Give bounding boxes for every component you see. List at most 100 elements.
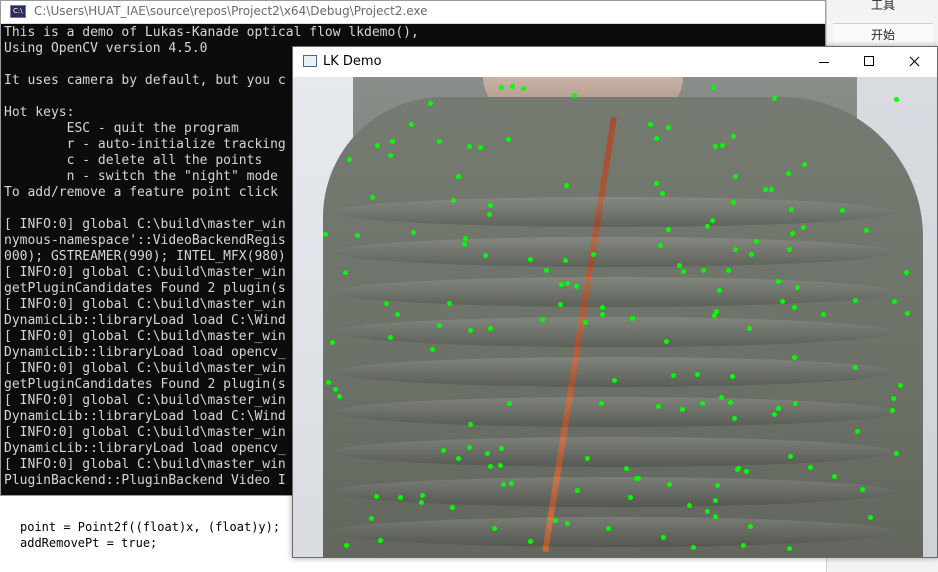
console-line: getPluginCandidates Found 2 plugin(s bbox=[4, 281, 286, 296]
feature-point bbox=[487, 203, 493, 209]
feature-point bbox=[801, 162, 807, 168]
console-line: [ INFO:0] global C:\build\master_win bbox=[4, 393, 286, 408]
feature-point bbox=[419, 492, 425, 498]
lk-demo-window[interactable]: LK Demo bbox=[292, 46, 938, 558]
feature-point bbox=[711, 312, 717, 318]
feature-point bbox=[346, 157, 352, 162]
camera-frame[interactable] bbox=[293, 77, 937, 557]
feature-point bbox=[506, 136, 512, 142]
console-line: ESC - quit the program bbox=[4, 121, 239, 136]
feature-point bbox=[790, 230, 795, 236]
console-line: [ INFO:0] global C:\build\master_win bbox=[4, 329, 286, 344]
jacket-band bbox=[333, 277, 893, 307]
console-line: PluginBackend::PluginBackend Video I bbox=[4, 473, 286, 488]
side-tab-start[interactable]: 开始 bbox=[833, 23, 933, 47]
feature-point bbox=[628, 494, 634, 500]
feature-point bbox=[893, 96, 899, 102]
feature-point bbox=[462, 236, 468, 242]
feature-point bbox=[388, 334, 394, 340]
feature-point bbox=[369, 195, 375, 201]
console-app-icon-label: C:\ bbox=[13, 7, 23, 15]
console-titlebar[interactable]: C:\ C:\Users\HUAT_IAE\source\repos\Proje… bbox=[1, 1, 825, 24]
console-line: DynamicLib::libraryLoad load C:\Wind bbox=[4, 409, 286, 424]
feature-point bbox=[730, 373, 736, 379]
side-tab-tools[interactable]: 工具 bbox=[833, 0, 933, 16]
feature-point bbox=[860, 486, 866, 492]
feature-point bbox=[903, 269, 909, 275]
console-line: [ INFO:0] global C:\build\master_win bbox=[4, 457, 286, 472]
feature-point bbox=[700, 267, 706, 273]
close-button[interactable] bbox=[891, 47, 937, 77]
feature-point bbox=[699, 400, 705, 406]
console-line: n - switch the "night" mode bbox=[4, 169, 278, 184]
console-line: DynamicLib::libraryLoad load opencv_ bbox=[4, 441, 286, 456]
feature-point bbox=[408, 121, 414, 127]
feature-point bbox=[686, 503, 692, 509]
jacket-band bbox=[333, 237, 893, 267]
feature-point bbox=[732, 246, 738, 252]
lk-demo-titlebar[interactable]: LK Demo bbox=[293, 47, 937, 77]
feature-point bbox=[743, 469, 749, 475]
jacket-band bbox=[333, 197, 893, 227]
feature-point bbox=[648, 121, 654, 127]
feature-point bbox=[343, 542, 349, 548]
feature-point bbox=[332, 387, 338, 393]
console-line: [ INFO:0] global C:\build\master_win bbox=[4, 361, 286, 376]
console-line: c - delete all the points bbox=[4, 153, 263, 168]
feature-point bbox=[564, 521, 570, 526]
feature-point bbox=[762, 186, 768, 192]
feature-point bbox=[383, 300, 389, 306]
console-line: nymous-namespace'::VideoBackendRegis bbox=[4, 233, 286, 248]
feature-point bbox=[660, 190, 666, 196]
console-line: [ INFO:0] global C:\build\master_win bbox=[4, 425, 286, 440]
feature-point bbox=[623, 466, 629, 472]
maximize-button[interactable] bbox=[846, 47, 892, 77]
feature-point bbox=[775, 406, 781, 412]
feature-point bbox=[430, 346, 436, 352]
code-line[interactable]: point = Point2f((float)x, (float)y); bbox=[20, 520, 280, 534]
feature-point bbox=[665, 124, 671, 130]
feature-point bbox=[466, 143, 472, 149]
feature-point bbox=[507, 400, 513, 406]
minimize-button[interactable] bbox=[801, 47, 847, 77]
feature-point bbox=[543, 268, 549, 274]
feature-point bbox=[807, 464, 813, 470]
console-line: DynamicLib::libraryLoad load C:\Wind bbox=[4, 313, 286, 328]
feature-point bbox=[704, 223, 710, 229]
feature-point bbox=[456, 173, 462, 179]
jacket-band bbox=[333, 517, 893, 547]
feature-point bbox=[330, 339, 336, 345]
maximize-icon bbox=[864, 56, 874, 66]
feature-point bbox=[398, 494, 404, 500]
console-line: Using OpenCV version 4.5.0 bbox=[4, 41, 208, 56]
jacket-band bbox=[333, 477, 893, 507]
feature-point bbox=[605, 525, 611, 531]
feature-point bbox=[450, 198, 456, 204]
feature-point bbox=[655, 404, 661, 410]
console-line: DynamicLib::libraryLoad load opencv_ bbox=[4, 345, 286, 360]
feature-point bbox=[635, 476, 641, 482]
lk-demo-title: LK Demo bbox=[323, 54, 382, 69]
feature-point bbox=[497, 462, 503, 468]
console-line: This is a demo of Lukas-Kanade optical f… bbox=[4, 25, 419, 40]
feature-point bbox=[667, 481, 672, 487]
feature-point bbox=[792, 354, 798, 360]
feature-point bbox=[394, 311, 400, 317]
feature-point bbox=[484, 450, 490, 456]
feature-point bbox=[725, 267, 731, 273]
feature-point bbox=[599, 304, 605, 310]
feature-point bbox=[728, 399, 734, 405]
window-app-icon bbox=[303, 55, 317, 67]
console-line: getPluginCandidates Found 2 plugin(s bbox=[4, 377, 286, 392]
feature-point bbox=[731, 133, 737, 139]
feature-point bbox=[508, 481, 514, 487]
feature-point bbox=[717, 287, 723, 293]
feature-point bbox=[375, 142, 381, 148]
console-title: C:\Users\HUAT_IAE\source\repos\Project2\… bbox=[34, 4, 428, 18]
feature-point bbox=[709, 217, 715, 223]
feature-point bbox=[840, 207, 846, 213]
code-line[interactable]: addRemovePt = true; bbox=[20, 536, 157, 550]
feature-point bbox=[855, 428, 861, 434]
jacket-band bbox=[333, 437, 893, 467]
feature-point bbox=[890, 407, 896, 413]
